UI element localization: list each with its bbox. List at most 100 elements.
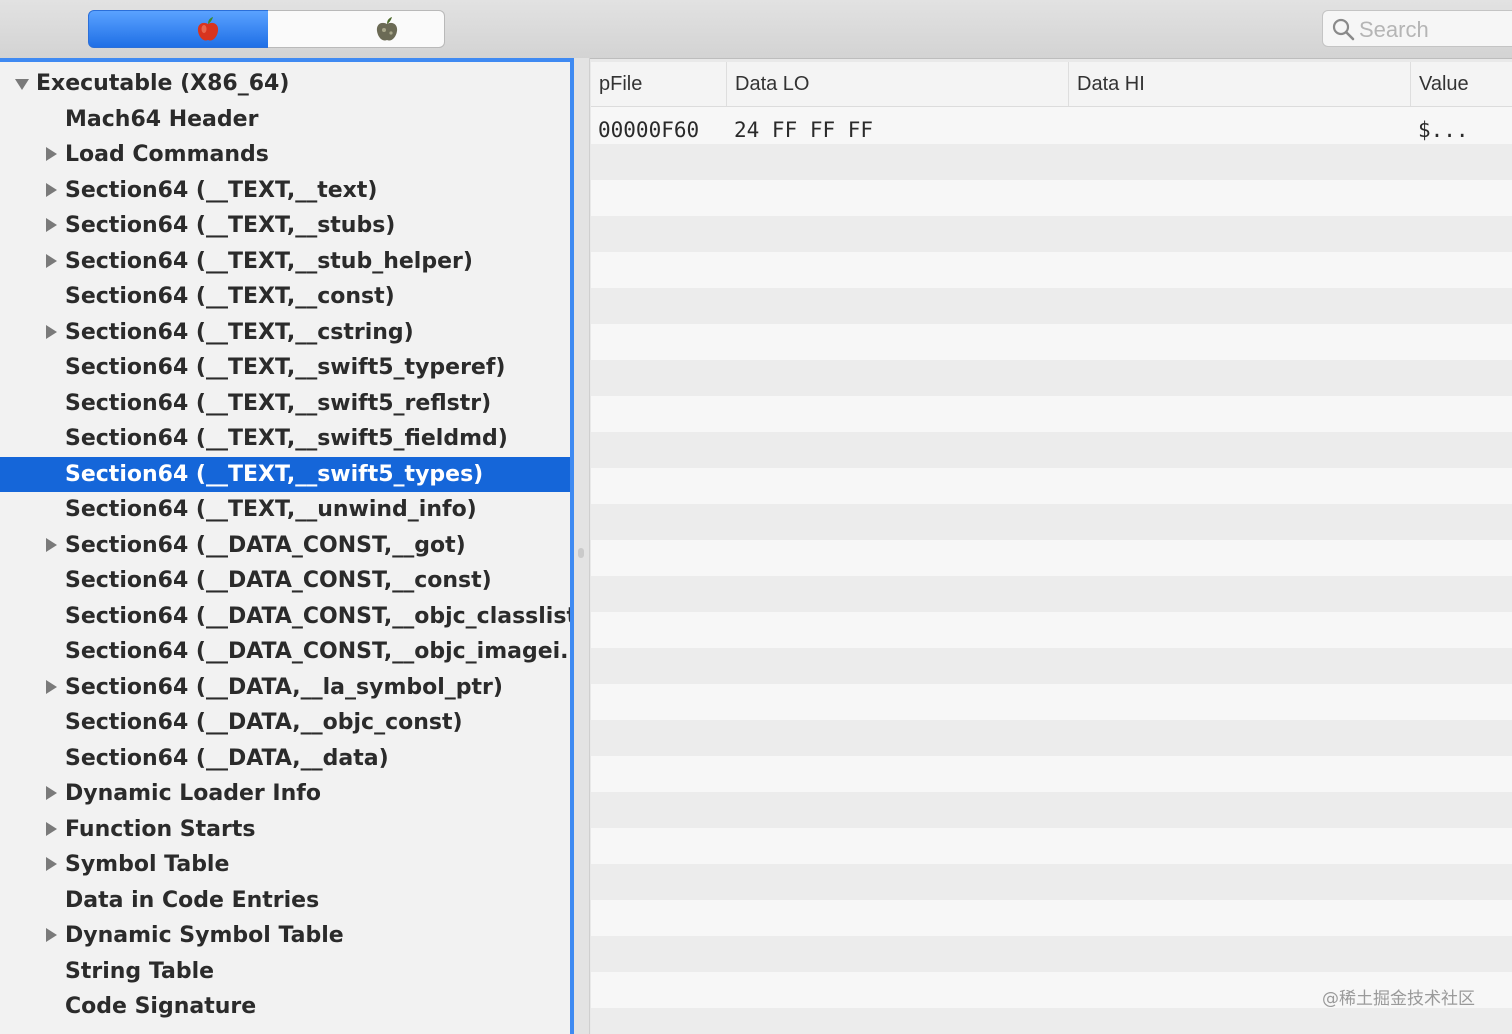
table-row-background [591,360,1512,396]
outline-item-label: Executable (X86_64) [36,71,290,96]
outline-item[interactable]: Code Signature [0,989,570,1024]
table-row-background [591,864,1512,900]
outline-item[interactable]: Data in Code Entries [0,883,570,918]
outline-item[interactable]: Section64 (__DATA_CONST,__objc_classlist… [0,599,570,634]
table-row-background [591,756,1512,792]
column-header-value[interactable]: Value [1411,62,1512,106]
outline-item[interactable]: Section64 (__DATA_CONST,__const) [0,563,570,598]
outline-item-label: Dynamic Loader Info [65,781,321,806]
outline-item[interactable]: Section64 (__DATA_CONST,__got) [0,528,570,563]
table-row-background [591,576,1512,612]
segment-apple-red[interactable] [88,10,269,48]
outline-item-label: Section64 (__DATA,__objc_const) [65,710,463,735]
outline-item[interactable]: Section64 (__TEXT,__stubs) [0,208,570,243]
table-row-background [591,108,1512,144]
table-row-background [591,648,1512,684]
outline-item[interactable]: Section64 (__TEXT,__swift5_typeref) [0,350,570,385]
table-row-background [591,792,1512,828]
sidebar-outline[interactable]: Executable (X86_64) Mach64 Header Load Com… [0,58,574,1034]
outline-item-label: Section64 (__TEXT,__stub_helper) [65,248,473,274]
outline-item-label: Section64 (__TEXT,__swift5_types) [65,461,484,487]
table-row-background [591,1008,1512,1034]
apple-gray-icon [376,17,398,41]
outline-item[interactable]: Section64 (__TEXT,__swift5_reflstr) [0,386,570,421]
outline-item[interactable]: Section64 (__DATA,__data) [0,741,570,776]
outline-item-label: Function Starts [65,816,256,842]
watermark: @稀土掘金技术社区 [1322,989,1475,1009]
table-row-background [591,180,1512,216]
disclosure-collapsed-icon[interactable] [46,324,57,339]
outline-item[interactable]: Section64 (__DATA_CONST,__objc_imagei... [0,634,570,669]
outline-item-label: Mach64 Header [65,106,259,132]
table-row-background [591,216,1512,252]
outline-item-label: Section64 (__TEXT,__swift5_reflstr) [65,390,492,416]
disclosure-collapsed-icon[interactable] [46,928,57,942]
divider-handle[interactable] [578,548,584,558]
outline-item-label: Data in Code Entries [65,887,320,913]
outline-item-label: Section64 (__TEXT,__swift5_typeref) [65,355,506,380]
outline-item[interactable]: Section64 (__TEXT,__swift5_types) [0,456,570,492]
outline-item[interactable]: Section64 (__TEXT,__cstring) [0,315,570,350]
outline-item[interactable]: Section64 (__TEXT,__swift5_fieldmd) [0,421,570,456]
table-row-background [591,252,1512,288]
disclosure-collapsed-icon[interactable] [46,147,57,161]
outline-item-label: Section64 (__DATA_CONST,__objc_imagei... [65,639,574,664]
table-header: pFile Data LO Data HI Value [591,62,1512,107]
outline-item[interactable]: Executable (X86_64) [0,66,570,101]
outline-item-label: Section64 (__DATA_CONST,__got) [65,532,466,558]
table-row-background [591,720,1512,756]
outline-item[interactable]: Symbol Table [0,847,570,882]
outline-item-label: Code Signature [65,994,257,1019]
outline-item[interactable]: Function Starts [0,812,570,847]
outline-item[interactable]: Section64 (__TEXT,__unwind_info) [0,492,570,527]
outline-item[interactable]: Load Commands [0,137,570,172]
outline-item-label: Section64 (__DATA,__la_symbol_ptr) [65,674,503,700]
table-row-background [591,468,1512,504]
disclosure-collapsed-icon[interactable] [46,253,57,268]
table-row-background [591,432,1512,468]
outline-item[interactable]: Section64 (__TEXT,__const) [0,279,570,314]
outline-item[interactable]: Dynamic Symbol Table [0,918,570,953]
outline-item-label: Section64 (__TEXT,__stubs) [65,213,396,238]
outline-item-label: Load Commands [65,142,269,167]
disclosure-collapsed-icon[interactable] [46,786,57,800]
outline-item[interactable]: String Table [0,954,570,989]
outline-item-label: Section64 (__TEXT,__text) [65,177,378,203]
outline-item-label: Section64 (__TEXT,__cstring) [65,319,414,345]
outline-item[interactable]: Section64 (__TEXT,__text) [0,173,570,208]
column-header-data-hi[interactable]: Data HI [1069,62,1411,106]
disclosure-collapsed-icon[interactable] [46,182,57,197]
table-row-background [591,324,1512,360]
outline-item-label: Section64 (__DATA_CONST,__objc_classlist… [65,603,574,629]
column-header-data-lo[interactable]: Data LO [727,62,1069,106]
table-row-background [591,288,1512,324]
disclosure-expanded-icon[interactable] [15,79,29,90]
search-icon [1332,18,1355,41]
outline-item[interactable]: Mach64 Header [0,102,570,137]
apple-red-icon [197,17,219,41]
split-view-divider[interactable] [574,58,590,1034]
segment-apple-gray[interactable] [268,10,445,48]
outline-item-label: Section64 (__TEXT,__const) [65,284,395,309]
disclosure-collapsed-icon[interactable] [46,218,57,232]
outline-item[interactable]: Section64 (__DATA,__objc_const) [0,705,570,740]
outline-item-label: Dynamic Symbol Table [65,923,344,948]
column-header-pfile[interactable]: pFile [591,62,727,106]
cell-value: $... [1418,118,1469,142]
table-row-background [591,936,1512,972]
table-row-background [591,540,1512,576]
disclosure-collapsed-icon[interactable] [46,821,57,836]
toolbar: Search [0,0,1512,59]
disclosure-collapsed-icon[interactable] [46,857,57,871]
search-field[interactable]: Search [1322,10,1512,47]
outline-item[interactable]: Dynamic Loader Info [0,776,570,811]
outline-item-label: String Table [65,958,215,984]
outline-item[interactable]: Section64 (__TEXT,__stub_helper) [0,244,570,279]
table-row-background [591,684,1512,720]
disclosure-collapsed-icon[interactable] [46,679,57,694]
disclosure-collapsed-icon[interactable] [46,537,57,552]
table-row-background [591,504,1512,540]
search-placeholder: Search [1359,17,1429,42]
outline-item[interactable]: Section64 (__DATA,__la_symbol_ptr) [0,670,570,705]
table-row-background [591,612,1512,648]
